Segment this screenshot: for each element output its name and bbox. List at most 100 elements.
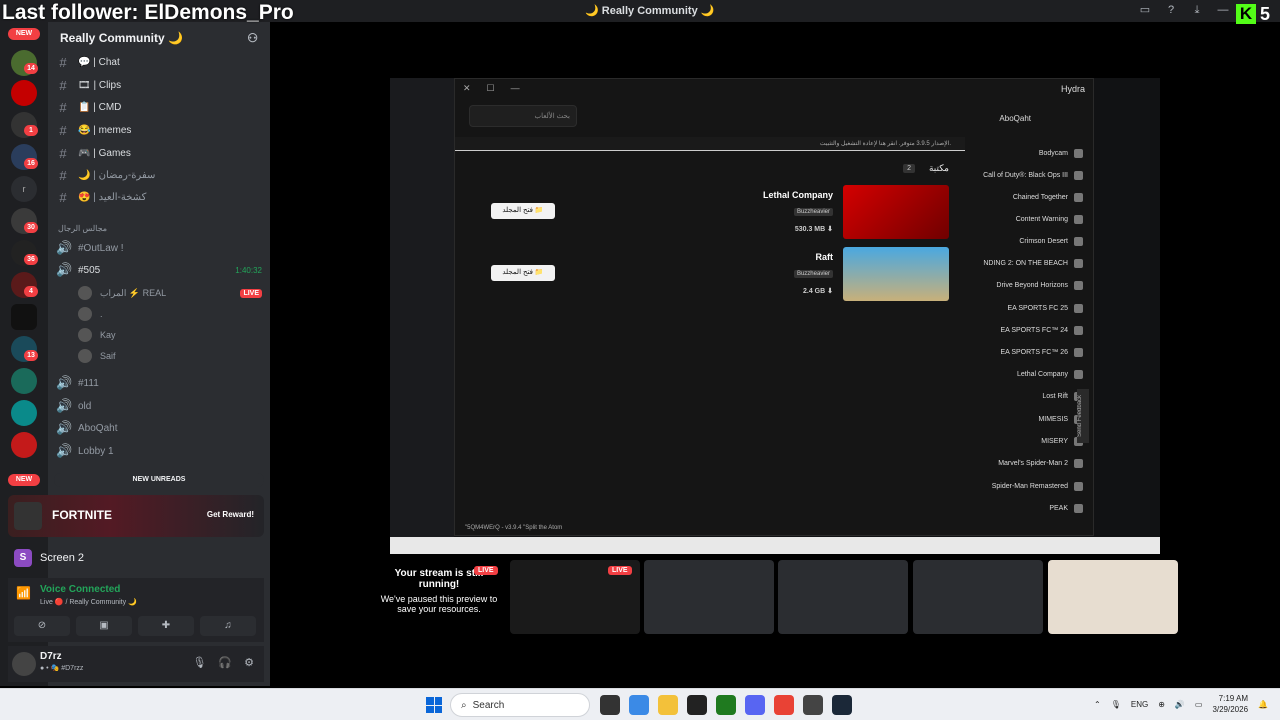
participant-tile[interactable]: [913, 560, 1043, 634]
voice-user[interactable]: المراب ⚡ REAL LIVE: [78, 284, 262, 302]
volume-icon[interactable]: 🔊: [1175, 700, 1185, 709]
user-avatar[interactable]: [12, 652, 36, 676]
participant-tile[interactable]: [778, 560, 908, 634]
new-pill[interactable]: NEW: [8, 28, 40, 40]
username[interactable]: D7rz: [40, 651, 62, 662]
channel-memes[interactable]: # 😂 | memes: [56, 120, 262, 140]
steam-icon[interactable]: [832, 695, 852, 715]
server-icon[interactable]: [11, 400, 37, 426]
battery-icon[interactable]: ▭: [1195, 700, 1203, 709]
new-pill[interactable]: NEW: [8, 474, 40, 486]
game-list-item[interactable]: EA SPORTS FC 25: [1007, 304, 1083, 313]
channel-clips[interactable]: # 🎞 | Clips: [56, 75, 262, 95]
voice-channel[interactable]: 🔊 AboQaht: [56, 418, 262, 438]
category-label[interactable]: مجالس الرجال: [58, 224, 107, 233]
channel-chat[interactable]: # 💬 | Chat: [56, 52, 262, 72]
game-cover-raft[interactable]: [843, 247, 949, 301]
clock[interactable]: 7:19 AM 3/29/2026: [1212, 693, 1248, 715]
game-list-item[interactable]: Content Warning: [1016, 215, 1083, 224]
fortnite-activity-card[interactable]: FORTNITE Get Reward!: [8, 495, 264, 537]
server-icon[interactable]: [11, 432, 37, 458]
game-list-item[interactable]: Marvel's Spider-Man 2: [998, 459, 1083, 468]
server-icon[interactable]: [11, 80, 37, 106]
screen-share-button[interactable]: ▣: [76, 616, 132, 636]
file-explorer-icon[interactable]: [658, 695, 678, 715]
minimize-icon[interactable]: —: [1216, 3, 1230, 17]
settings-icon[interactable]: ⚙: [244, 656, 254, 669]
notification-icon[interactable]: 🔔: [1258, 700, 1268, 709]
headset-icon[interactable]: 🎧: [218, 656, 232, 669]
camera-off-button[interactable]: ⊘: [14, 616, 70, 636]
game-list-item[interactable]: EA SPORTS FC™ 26: [1000, 348, 1083, 357]
app-icon[interactable]: [716, 695, 736, 715]
channel-ramadan[interactable]: # 🌙 | سفرة-رمضان: [56, 165, 262, 185]
open-folder-button[interactable]: فتح المجلد 📁: [491, 203, 555, 219]
game-list-item[interactable]: Lethal Company: [1017, 370, 1083, 379]
voice-channel[interactable]: 🔊 #111: [56, 373, 262, 393]
open-folder-button[interactable]: فتح المجلد 📁: [491, 265, 555, 281]
get-reward-button[interactable]: Get Reward!: [207, 510, 254, 519]
download-icon[interactable]: ⤓: [1190, 3, 1204, 17]
server-icon[interactable]: [11, 368, 37, 394]
avatar: [78, 286, 92, 300]
channel-cmd[interactable]: # 📋 | CMD: [56, 97, 262, 117]
server-icon[interactable]: [11, 304, 37, 330]
search-input[interactable]: بحث الألعاب: [469, 105, 577, 127]
stream-screen-row[interactable]: S Screen 2: [8, 544, 264, 572]
game-title[interactable]: Lethal Company: [763, 190, 833, 200]
network-icon[interactable]: ⊕: [1158, 700, 1165, 709]
game-list-item[interactable]: EA SPORTS FC™ 24: [1000, 326, 1083, 335]
game-title[interactable]: Raft: [816, 252, 834, 262]
voice-channel-outlaw[interactable]: 🔊 #OutLaw !: [56, 238, 262, 258]
voice-user[interactable]: Saif: [78, 347, 262, 365]
participant-tile[interactable]: [644, 560, 774, 634]
send-feedback-button[interactable]: Send Feedback: [1077, 389, 1089, 443]
close-icon[interactable]: ✕: [463, 83, 471, 94]
server-header[interactable]: Really Community 🌙 ⚇: [48, 22, 270, 54]
update-notice[interactable]: الإصدار 3.9.5 متوفر. انقر هنا لإعادة الت…: [455, 137, 965, 151]
soundboard-button[interactable]: ♫: [200, 616, 256, 636]
voice-user[interactable]: Kay: [78, 326, 262, 344]
voice-channel-505[interactable]: 🔊 #505 1:40:32: [56, 260, 262, 280]
server-icon[interactable]: r: [11, 176, 37, 202]
game-cover-lethal-company[interactable]: [843, 185, 949, 239]
game-list-item[interactable]: NDING 2: ON THE BEACH: [983, 259, 1083, 268]
inbox-icon[interactable]: ▭: [1138, 3, 1152, 17]
add-member-icon[interactable]: ⚇: [247, 31, 258, 45]
game-list-item[interactable]: Call of Duty®: Black Ops III: [983, 171, 1083, 180]
game-list-item[interactable]: Chained Together: [1013, 193, 1083, 202]
task-view-icon[interactable]: [600, 695, 620, 715]
game-list-item[interactable]: Drive Beyond Horizons: [996, 281, 1083, 290]
game-list-item[interactable]: PEAK: [1049, 504, 1083, 513]
chrome-icon[interactable]: [774, 695, 794, 715]
channel-eid[interactable]: # 😍 | كشخة-العيد: [56, 187, 262, 207]
participant-tile[interactable]: [1048, 560, 1178, 634]
voice-status[interactable]: Voice Connected: [40, 584, 120, 595]
language-indicator[interactable]: ENG: [1131, 700, 1148, 709]
mic-icon[interactable]: 🎙: [192, 656, 206, 669]
game-icon: [1074, 171, 1083, 180]
new-unreads-button[interactable]: NEW UNREADS: [54, 473, 264, 487]
mic-icon[interactable]: 🎙: [1111, 700, 1121, 709]
app-icon[interactable]: [687, 695, 707, 715]
chevron-up-icon[interactable]: ⌃: [1094, 700, 1101, 709]
channel-games[interactable]: # 🎮 | Games: [56, 143, 262, 163]
activities-button[interactable]: ✚: [138, 616, 194, 636]
voice-channel[interactable]: 🔊 Lobby 1: [56, 441, 262, 461]
game-list-item[interactable]: Spider-Man Remastered: [992, 482, 1083, 491]
minimize-icon[interactable]: —: [511, 83, 520, 94]
start-button[interactable]: [426, 697, 442, 713]
app-icon[interactable]: [629, 695, 649, 715]
taskbar-search[interactable]: ⌕ Search: [450, 693, 590, 717]
game-list-item[interactable]: Crimson Desert: [1019, 237, 1083, 246]
maximize-icon[interactable]: ☐: [487, 83, 495, 94]
game-list-item[interactable]: Bodycam: [1039, 149, 1083, 158]
game-icon: [1074, 193, 1083, 202]
app-icon[interactable]: [803, 695, 823, 715]
voice-user[interactable]: .: [78, 305, 262, 323]
voice-channel[interactable]: 🔊 old: [56, 396, 262, 416]
discord-icon[interactable]: [745, 695, 765, 715]
help-icon[interactable]: ?: [1164, 3, 1178, 17]
hydra-username[interactable]: AboQaht: [999, 114, 1031, 123]
voice-location[interactable]: Live 🔴 / Really Community 🌙: [40, 598, 137, 606]
